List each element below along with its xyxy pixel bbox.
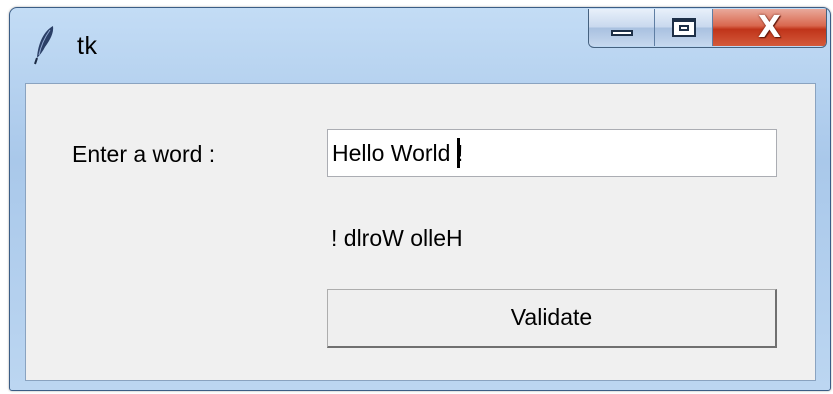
minimize-icon: [611, 30, 633, 36]
maximize-icon: [672, 18, 696, 37]
close-button[interactable]: X: [713, 9, 826, 46]
caption-buttons: X: [588, 9, 827, 48]
minimize-button[interactable]: [589, 9, 655, 46]
word-input[interactable]: Hello World !: [327, 129, 777, 177]
tk-feather-icon: [34, 26, 54, 65]
reversed-result-label: ! dlroW olleH: [331, 225, 463, 251]
text-caret: [457, 137, 461, 168]
validate-button[interactable]: Validate: [327, 289, 777, 348]
word-prompt-label: Enter a word :: [72, 141, 216, 167]
close-icon: X: [757, 10, 782, 45]
app-window: tk X Enter a word : Hello World ! ! dlro…: [9, 7, 831, 391]
word-input-value: Hello World !: [332, 140, 464, 166]
title-bar[interactable]: tk X: [10, 8, 830, 78]
maximize-button[interactable]: [655, 9, 713, 46]
window-title: tk: [77, 32, 98, 60]
client-area: Enter a word : Hello World ! ! dlroW oll…: [25, 83, 816, 381]
